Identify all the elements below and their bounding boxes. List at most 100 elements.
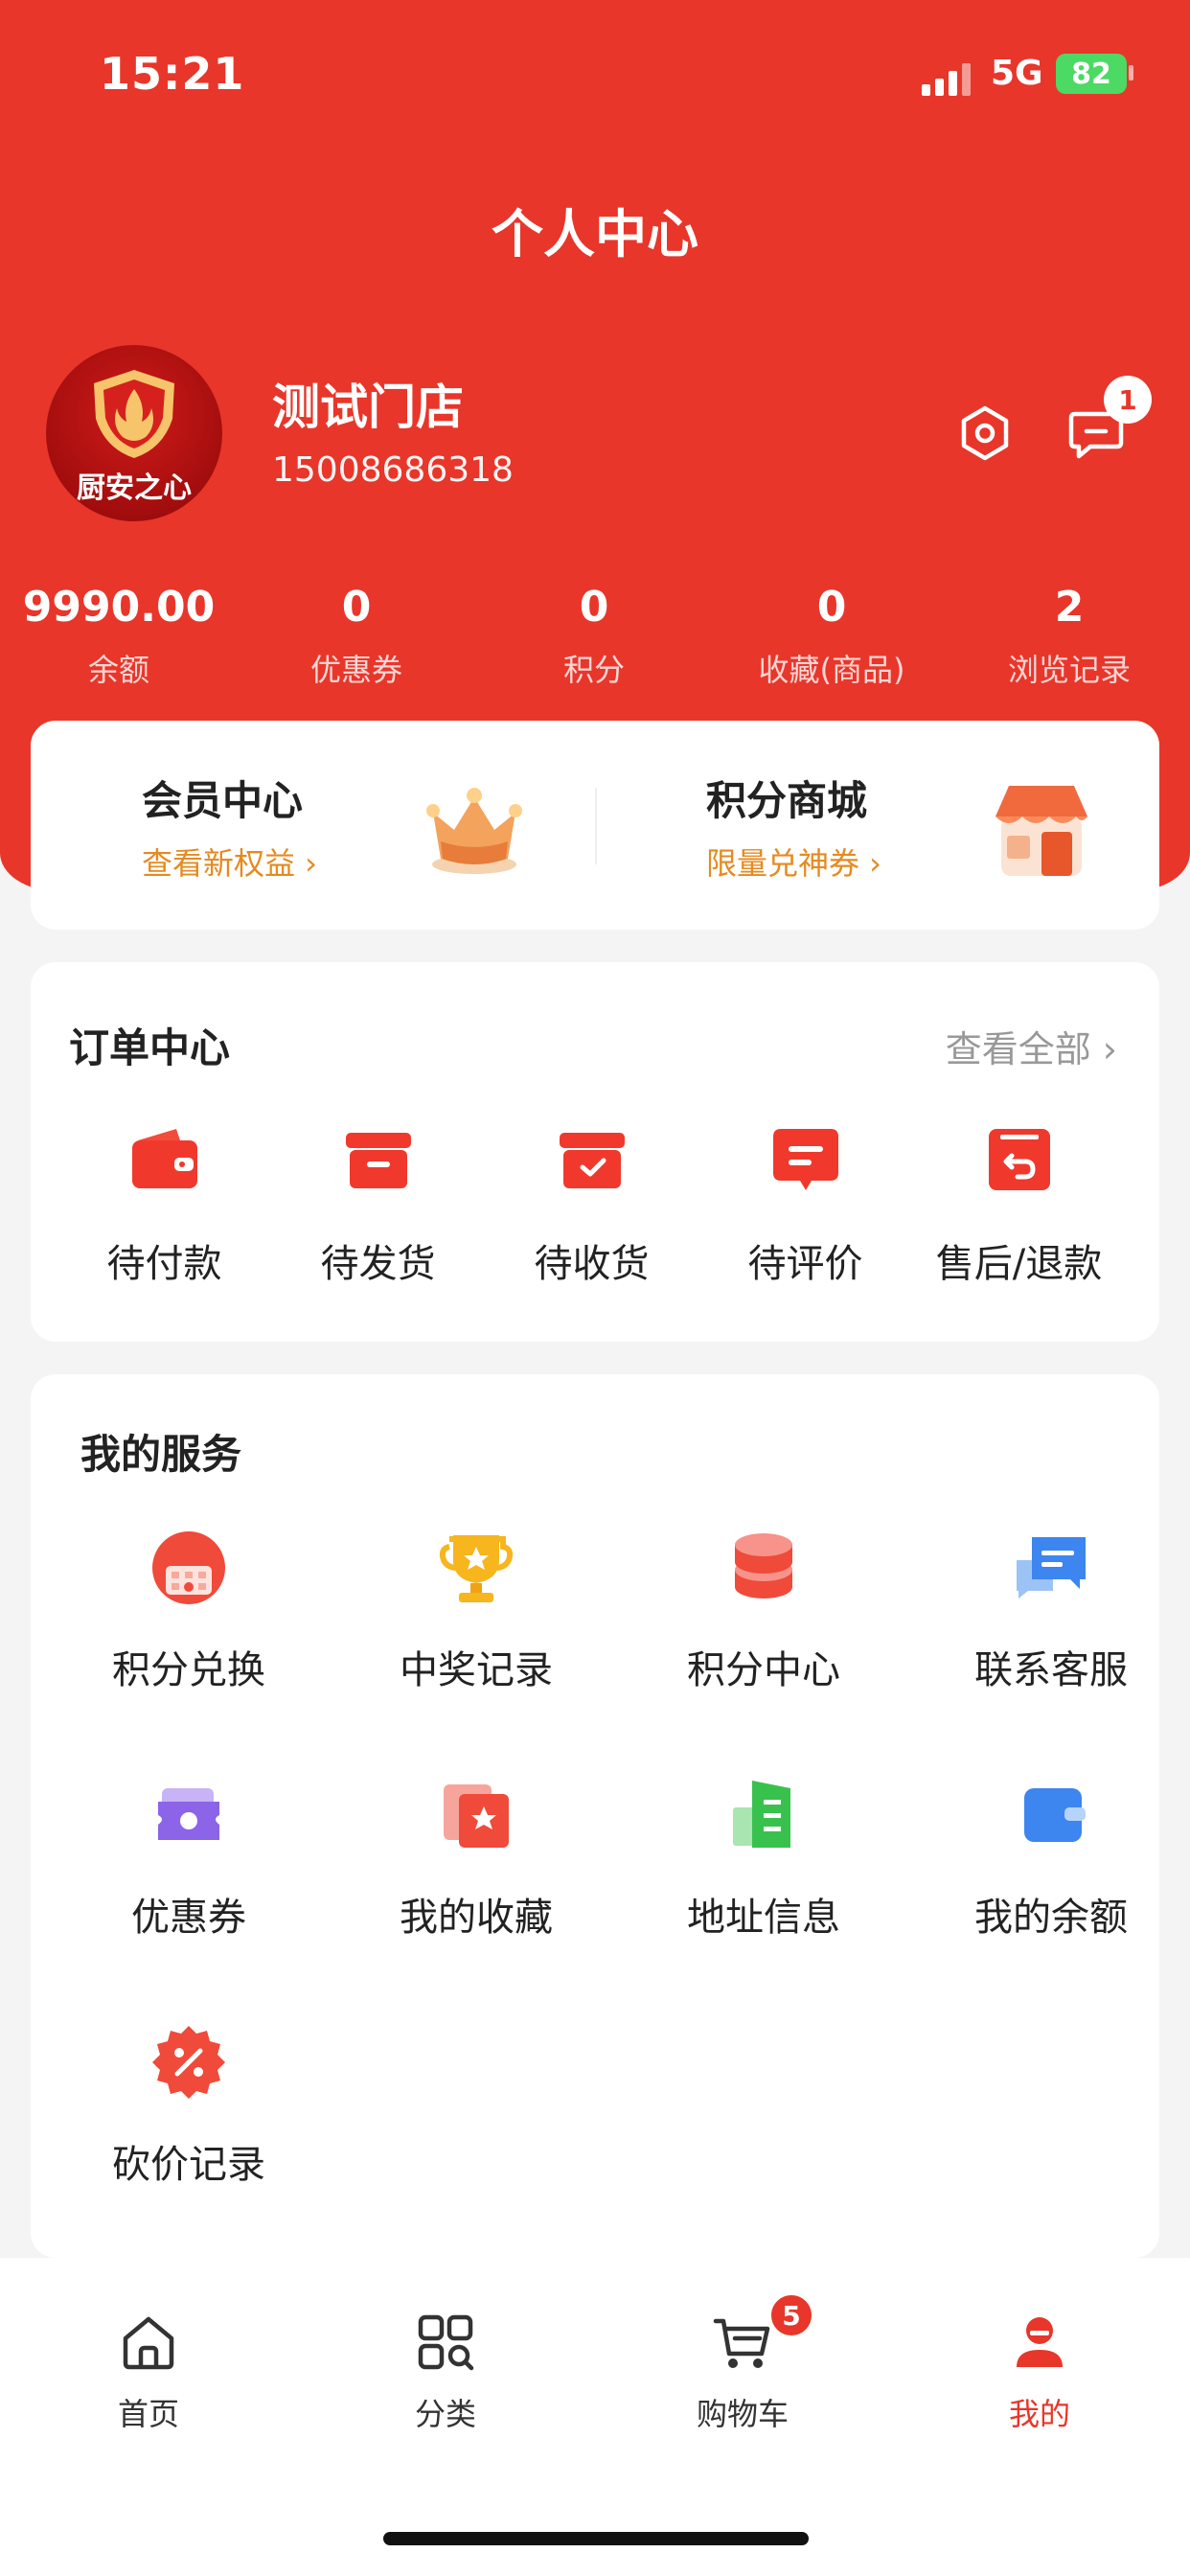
promo-title: 会员中心: [142, 777, 304, 824]
stat-value: 0: [341, 583, 372, 632]
cart-icon: [713, 2318, 770, 2368]
network-type: 5G: [991, 54, 1043, 93]
promo-subtitle: 限量兑神券 ›: [706, 845, 881, 882]
coins-icon: [735, 1533, 792, 1598]
member-center-entry[interactable]: 会员中心 查看新权益 ›: [31, 721, 595, 930]
settings-button[interactable]: [954, 402, 1016, 464]
tab-label: 我的: [1008, 2396, 1070, 2432]
stat-value: 2: [1054, 583, 1085, 632]
refund-icon: [988, 1129, 1050, 1190]
phone-number: 15008686318: [272, 450, 514, 490]
stat-history[interactable]: 2 浏览记录: [950, 583, 1188, 698]
order-label: 待发货: [320, 1242, 436, 1286]
avatar-logo-text: 厨安之心: [77, 472, 192, 505]
stat-coupons[interactable]: 0 优惠券: [238, 583, 475, 698]
service-my-favorites[interactable]: 我的收藏: [341, 1775, 611, 1942]
order-label: 待收货: [534, 1242, 650, 1286]
stat-value: 0: [579, 583, 609, 632]
stat-balance[interactable]: 9990.00 余额: [0, 583, 238, 698]
order-pending-review[interactable]: 待评价: [698, 1125, 912, 1288]
order-label: 售后/退款: [935, 1242, 1103, 1286]
service-label: 我的余额: [974, 1896, 1128, 1940]
order-label: 待付款: [106, 1242, 222, 1286]
home-icon: [123, 2316, 174, 2370]
service-label: 联系客服: [974, 1648, 1128, 1692]
points-mall-entry[interactable]: 积分商城 限量兑神券 ›: [595, 721, 1159, 930]
service-label: 优惠券: [131, 1896, 246, 1940]
wallet-icon: [1024, 1788, 1086, 1842]
message-badge: 1: [1104, 376, 1152, 424]
favorite-icon: [444, 1784, 509, 1848]
service-address-info[interactable]: 地址信息: [629, 1775, 899, 1942]
service-customer-support[interactable]: 联系客服: [916, 1528, 1186, 1694]
service-coupons[interactable]: 优惠券: [54, 1775, 324, 1942]
my-services-title: 我的服务: [80, 1431, 242, 1478]
order-pending-payment[interactable]: 待付款: [57, 1125, 271, 1288]
stat-favorites[interactable]: 0 收藏(商品): [713, 583, 950, 698]
crown-icon: [426, 788, 522, 874]
battery-level: 82: [1071, 57, 1111, 91]
status-time: 15:21: [100, 48, 245, 100]
service-label: 我的收藏: [400, 1896, 553, 1940]
home-indicator: [383, 2532, 809, 2545]
service-prize-records[interactable]: 中奖记录: [341, 1528, 611, 1694]
settings-icon: [961, 405, 1009, 461]
tab-label: 分类: [414, 2396, 476, 2432]
tab-mine[interactable]: 我的: [891, 2312, 1188, 2434]
service-label: 砍价记录: [112, 2143, 265, 2187]
signal-icon: [922, 61, 975, 96]
service-points-center[interactable]: 积分中心: [629, 1528, 899, 1694]
stat-label: 积分: [562, 652, 625, 688]
box-check-icon: [559, 1133, 625, 1188]
order-after-sales[interactable]: 售后/退款: [912, 1125, 1126, 1288]
chat-icon: [1017, 1537, 1086, 1598]
discount-icon: [152, 2026, 225, 2099]
service-label: 中奖记录: [400, 1648, 553, 1692]
category-icon: [418, 2314, 474, 2371]
avatar[interactable]: 厨安之心: [46, 345, 222, 521]
order-label: 待评价: [747, 1242, 863, 1286]
order-pending-shipment[interactable]: 待发货: [271, 1125, 485, 1288]
service-label: 积分兑换: [112, 1648, 265, 1692]
store-name: 测试门店: [272, 380, 464, 435]
service-my-balance[interactable]: 我的余额: [916, 1775, 1186, 1942]
tab-label: 购物车: [696, 2396, 789, 2432]
order-pending-receipt[interactable]: 待收货: [485, 1125, 698, 1288]
view-all-orders-link[interactable]: 查看全部 ›: [946, 1020, 1117, 1072]
service-bargain-records[interactable]: 砍价记录: [54, 2022, 324, 2189]
status-bar: 15:21 5G 82: [0, 0, 1190, 153]
tab-home[interactable]: 首页: [0, 2312, 297, 2434]
wallet-icon: [131, 1129, 197, 1188]
exchange-icon: [152, 1531, 225, 1604]
page-title: 个人中心: [492, 204, 698, 264]
comment-icon: [772, 1129, 838, 1190]
battery-icon: 82: [1056, 54, 1127, 94]
trophy-icon: [439, 1535, 514, 1602]
service-label: 积分中心: [687, 1648, 840, 1692]
tab-label: 首页: [117, 2396, 179, 2432]
stat-value: 0: [816, 583, 847, 632]
promo-subtitle: 查看新权益 ›: [142, 845, 317, 882]
battery-tip: [1129, 65, 1133, 80]
service-points-exchange[interactable]: 积分兑换: [54, 1528, 324, 1694]
promo-card: 会员中心 查看新权益 › 积分商城 限量兑神券 ›: [31, 721, 1159, 930]
stat-label: 浏览记录: [1007, 652, 1131, 688]
box-icon: [345, 1133, 411, 1188]
tab-cart[interactable]: 5 购物车: [594, 2292, 891, 2434]
order-center-title: 订单中心: [69, 1024, 231, 1071]
service-label: 地址信息: [687, 1896, 840, 1940]
stat-label: 优惠券: [309, 652, 402, 688]
store-icon: [995, 786, 1087, 876]
cart-badge: 5: [768, 2292, 814, 2338]
shield-logo-icon: [94, 370, 174, 458]
order-status-list: 待付款 待发货 待收货 待评价 售后/退款: [31, 1125, 1159, 1288]
my-services-card: 我的服务 积分兑换 中奖记录 积分中心 联系客服 优惠券 我的收藏 地址信息 我…: [31, 1374, 1159, 2258]
building-icon: [733, 1781, 790, 1848]
stat-label: 收藏(商品): [758, 652, 905, 688]
coupon-icon: [158, 1788, 219, 1840]
stat-label: 余额: [87, 652, 149, 688]
promo-title: 积分商城: [706, 777, 868, 824]
user-icon: [1017, 2317, 1063, 2367]
stat-points[interactable]: 0 积分: [475, 583, 713, 698]
tab-category[interactable]: 分类: [297, 2312, 594, 2434]
